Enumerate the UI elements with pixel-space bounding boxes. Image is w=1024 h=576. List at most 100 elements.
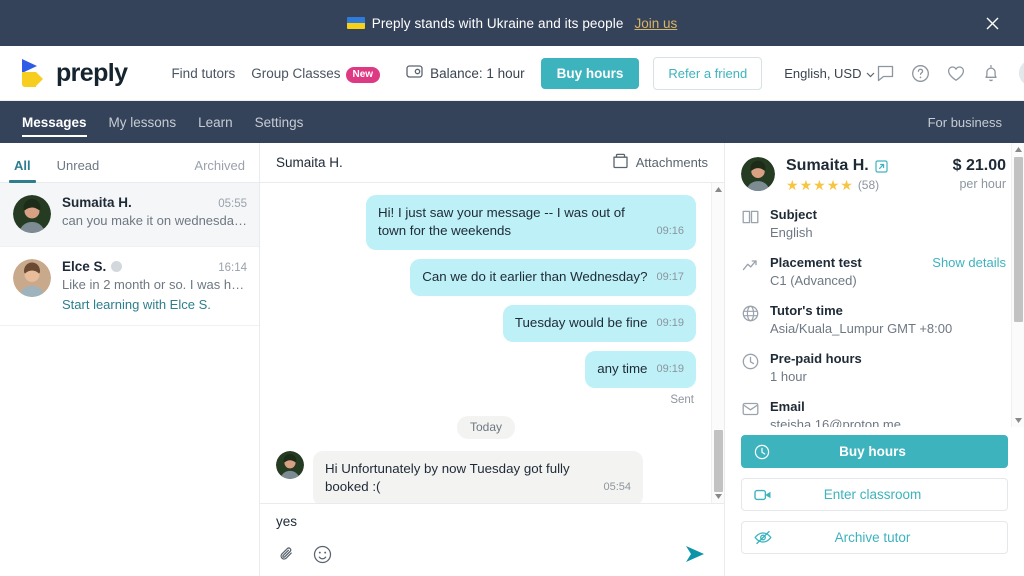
message-status: Sent — [670, 393, 694, 406]
sub-navigation: Messages My lessons Learn Settings For b… — [0, 101, 1024, 143]
heart-icon[interactable] — [945, 62, 967, 84]
filter-all[interactable]: All — [9, 158, 36, 183]
archive-tutor-button[interactable]: Archive tutor — [741, 521, 1008, 554]
avatar — [13, 259, 51, 297]
banner-text: Preply stands with Ukraine and its peopl… — [371, 15, 624, 31]
clock-icon — [753, 444, 771, 460]
info-value: Asia/Kuala_Lumpur GMT +8:00 — [770, 321, 953, 336]
close-icon[interactable] — [982, 13, 1002, 33]
tab-messages[interactable]: Messages — [22, 105, 87, 139]
avatar — [276, 450, 304, 479]
language-currency-selector[interactable]: English, USD — [784, 66, 874, 81]
avatar[interactable] — [741, 157, 775, 191]
info-value: English — [770, 225, 813, 240]
filter-unread[interactable]: Unread — [57, 158, 100, 182]
conversation-name: Sumaita H. — [62, 195, 132, 210]
start-learning-link[interactable]: Start learning with Elce S. — [62, 297, 247, 312]
message-time: 09:19 — [656, 362, 684, 375]
trend-icon — [741, 256, 759, 274]
tab-settings[interactable]: Settings — [255, 105, 304, 139]
nav-find-tutors[interactable]: Find tutors — [171, 66, 235, 81]
star-icon: ★ — [786, 177, 799, 193]
tutor-panel-scrollbar[interactable] — [1011, 143, 1024, 427]
chat-icon[interactable] — [875, 62, 897, 84]
buy-hours-button-header[interactable]: Buy hours — [540, 57, 640, 89]
ukraine-flag-icon — [346, 17, 365, 29]
enter-classroom-button[interactable]: Enter classroom — [741, 478, 1008, 511]
tab-learn[interactable]: Learn — [198, 105, 233, 139]
rating: ★ ★ ★ ★ ★ (58) — [786, 178, 888, 192]
chat-scrollbar[interactable] — [711, 183, 724, 503]
conversation-time: 16:14 — [218, 262, 247, 274]
buy-hours-label: Buy hours — [839, 444, 906, 459]
info-icon[interactable] — [111, 261, 123, 272]
avatar — [13, 195, 51, 233]
tutor-header: Sumaita H. ★ ★ ★ ★ ★ (58) $ 21.00 per ho… — [741, 157, 1006, 192]
new-badge: New — [345, 66, 381, 83]
info-row-placement-test: Placement test C1 (Advanced) Show detail… — [741, 255, 1006, 288]
message-bubble-outgoing: Tuesday would be fine 09:19 — [502, 304, 696, 342]
external-link-icon[interactable] — [875, 159, 888, 173]
bell-icon[interactable] — [980, 62, 1002, 84]
emoji-icon[interactable] — [312, 544, 332, 564]
filter-archived[interactable]: Archived — [194, 158, 245, 182]
show-details-link[interactable]: Show details — [932, 255, 1006, 270]
info-row-subject: Subject English — [741, 207, 1006, 240]
message-row: any time 09:19 — [276, 350, 696, 388]
message-text: Can we do it earlier than Wednesday? — [422, 268, 648, 284]
message-text: Hi! I just saw your message -- I was out… — [378, 205, 625, 238]
attachments-button[interactable]: Attachments — [612, 153, 708, 172]
message-time: 09:16 — [656, 225, 684, 238]
info-label: Email — [770, 399, 805, 414]
banner-join-us-link[interactable]: Join us — [634, 16, 677, 31]
message-input[interactable]: yes — [276, 514, 708, 533]
chat-scrollbar-thumb[interactable] — [714, 430, 723, 492]
tutor-panel-scrollbar-thumb[interactable] — [1014, 157, 1023, 322]
for-business-link[interactable]: For business — [928, 115, 1002, 130]
scroll-down-icon[interactable] — [712, 490, 724, 503]
tab-my-lessons[interactable]: My lessons — [109, 105, 177, 139]
list-item[interactable]: Sumaita H. 05:55 can you make it on wedn… — [0, 183, 259, 247]
paperclip-icon[interactable] — [276, 544, 296, 564]
header-nav: Find tutors Group Classes New — [171, 66, 381, 83]
header-icon-group — [875, 60, 1024, 86]
nav-group-classes[interactable]: Group Classes New — [251, 66, 381, 83]
chat-messages-scroll[interactable]: Hi! I just saw your message -- I was out… — [260, 183, 724, 503]
list-item[interactable]: Elce S. 16:14 Like in 2 month or so. I w… — [0, 247, 259, 326]
day-separator-label: Today — [456, 415, 516, 439]
send-icon[interactable] — [684, 544, 708, 564]
help-icon[interactable] — [910, 62, 932, 84]
conversation-list-panel: All Unread Archived Sumaita H. 05:55 can… — [0, 143, 260, 576]
info-label: Tutor's time — [770, 303, 843, 318]
conversation-snippet: Like in 2 month or so. I was hopi... — [62, 277, 247, 292]
language-currency-label: English, USD — [784, 65, 862, 81]
chat-title: Sumaita H. — [276, 155, 343, 170]
price: $ 21.00 — [952, 157, 1006, 174]
buy-hours-button[interactable]: Buy hours — [741, 435, 1008, 468]
tutor-info-scroll[interactable]: Sumaita H. ★ ★ ★ ★ ★ (58) $ 21.00 per ho… — [725, 143, 1024, 427]
refer-a-friend-button[interactable]: Refer a friend — [653, 56, 763, 90]
info-label: Subject — [770, 207, 817, 222]
scroll-down-icon[interactable] — [1012, 414, 1024, 427]
preply-logo[interactable]: preply — [22, 58, 128, 88]
message-row: Can we do it earlier than Wednesday? 09:… — [276, 258, 696, 296]
conversation-snippet: can you make it on wednesday ... — [62, 213, 247, 228]
attachments-label: Attachments — [635, 155, 708, 170]
avatar[interactable] — [1018, 60, 1024, 86]
scroll-up-icon[interactable] — [712, 183, 724, 196]
info-value: C1 (Advanced) — [770, 273, 857, 288]
message-time: 05:54 — [603, 480, 631, 493]
balance-indicator[interactable]: Balance: 1 hour — [406, 64, 525, 82]
message-bubble-outgoing: Can we do it earlier than Wednesday? 09:… — [410, 258, 696, 296]
message-row: Hi Unfortunately by now Tuesday got full… — [276, 450, 696, 503]
preply-logo-icon — [22, 58, 48, 88]
message-row: Hi! I just saw your message -- I was out… — [276, 195, 696, 250]
book-icon — [741, 208, 759, 226]
mail-icon — [741, 400, 759, 418]
tutor-price-block: $ 21.00 per hour — [953, 157, 1006, 191]
message-row: Tuesday would be fine 09:19 — [276, 304, 696, 342]
message-time: 09:17 — [656, 270, 684, 283]
info-row-email: Email steisha.16@proton.me — [741, 399, 1006, 427]
conversation-filters: All Unread Archived — [0, 143, 259, 183]
scroll-up-icon[interactable] — [1012, 143, 1024, 156]
